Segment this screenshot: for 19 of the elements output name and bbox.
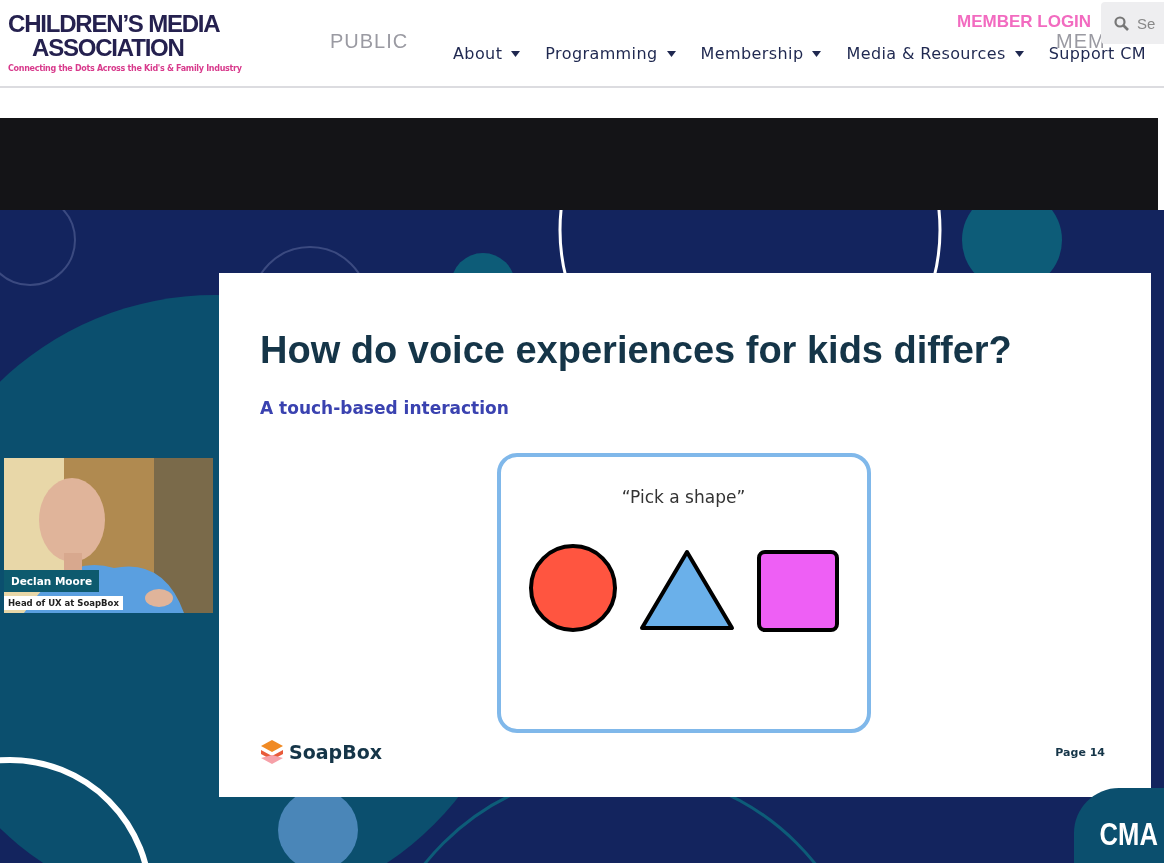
stacked-boxes-icon bbox=[260, 739, 284, 765]
nav-link[interactable]: Media & Resources bbox=[846, 44, 1024, 63]
circle-shape[interactable] bbox=[526, 542, 619, 634]
slide-subtitle: A touch-based interaction bbox=[260, 398, 510, 418]
search-field[interactable]: Se bbox=[1137, 14, 1161, 32]
speaker-role: Head of UX at SoapBox bbox=[4, 596, 123, 610]
nav-link[interactable]: Membership bbox=[700, 44, 822, 63]
brand-name: SoapBox bbox=[289, 741, 382, 763]
slide-title: How do voice experiences for kids differ? bbox=[260, 329, 1013, 372]
logo[interactable]: CHILDREN’S MEDIA ASSOCIATION Connecting the Dots Across the Kid's & Family Industry bbox=[8, 12, 242, 74]
square-shape[interactable] bbox=[754, 548, 841, 634]
page-number: Page 14 bbox=[1055, 745, 1105, 759]
nav-link[interactable]: About bbox=[453, 44, 521, 63]
faint-label: PUBLIC bbox=[330, 30, 409, 53]
prompt-text: “Pick a shape” bbox=[621, 487, 746, 507]
search-icon bbox=[1114, 15, 1129, 31]
corner-badge: CMA bbox=[1074, 788, 1164, 863]
speaker-name: Declan Moore bbox=[4, 570, 100, 592]
nav-link[interactable]: Programming bbox=[545, 44, 676, 63]
